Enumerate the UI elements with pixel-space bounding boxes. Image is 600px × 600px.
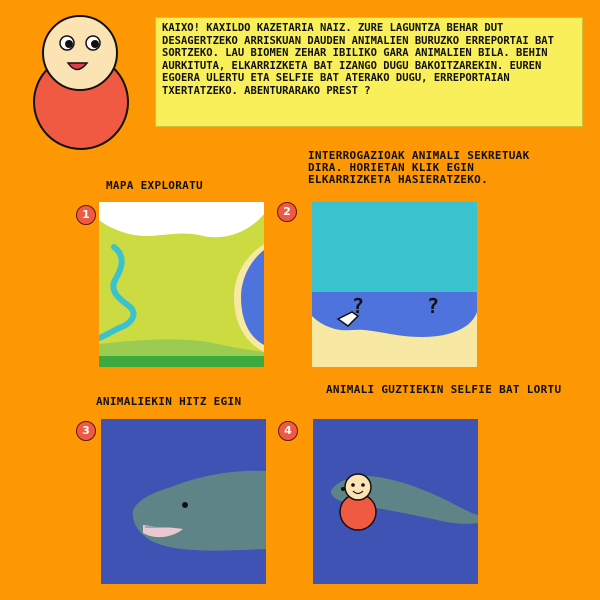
intro-speech-bubble: KAIXO! KAXILDO KAZETARIA NAIZ. ZURE LAGU…	[155, 17, 583, 127]
step-3-title: ANIMALIEKIN HITZ EGIN	[96, 395, 242, 408]
step-2-title: INTERROGAZIOAK ANIMALI SEKRETUAK DIRA. H…	[308, 149, 530, 186]
question-mark-icon[interactable]: ?	[427, 294, 439, 318]
character-avatar-icon	[339, 473, 377, 531]
panel-selfie	[313, 419, 478, 584]
character-avatar-icon	[33, 15, 129, 150]
intro-text: KAIXO! KAXILDO KAZETARIA NAIZ. ZURE LAGU…	[162, 22, 554, 97]
step-3-badge: 3	[76, 421, 96, 441]
question-mark-icon[interactable]: ?	[352, 294, 364, 318]
panel-beach	[312, 202, 477, 367]
panel-map	[99, 202, 264, 367]
step-4-title: ANIMALI GUZTIEKIN SELFIE BAT LORTU	[326, 383, 562, 396]
step-1-title: MAPA EXPLORATU	[106, 179, 203, 192]
step-1-badge: 1	[76, 205, 96, 225]
panel-whale	[101, 419, 266, 584]
step-2-badge: 2	[277, 202, 297, 222]
step-4-badge: 4	[278, 421, 298, 441]
